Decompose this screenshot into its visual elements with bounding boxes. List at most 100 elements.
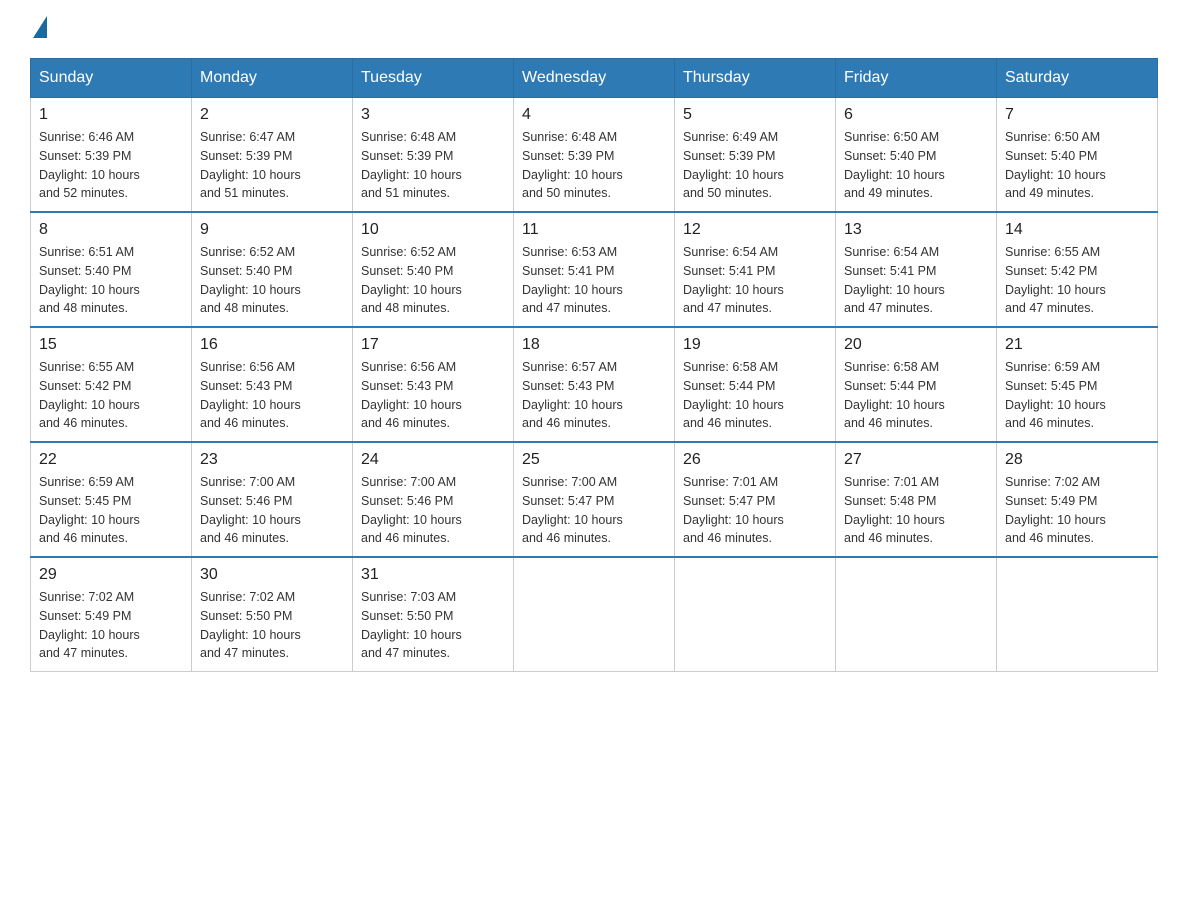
day-number: 10 [361, 221, 505, 239]
calendar-day-cell: 18 Sunrise: 6:57 AM Sunset: 5:43 PM Dayl… [514, 327, 675, 442]
day-number: 2 [200, 106, 344, 124]
calendar-week-row: 8 Sunrise: 6:51 AM Sunset: 5:40 PM Dayli… [31, 212, 1158, 327]
day-number: 21 [1005, 336, 1149, 354]
day-info: Sunrise: 6:59 AM Sunset: 5:45 PM Dayligh… [1005, 358, 1149, 433]
day-number: 26 [683, 451, 827, 469]
calendar-day-cell: 17 Sunrise: 6:56 AM Sunset: 5:43 PM Dayl… [353, 327, 514, 442]
calendar-day-cell: 1 Sunrise: 6:46 AM Sunset: 5:39 PM Dayli… [31, 98, 192, 213]
day-info: Sunrise: 6:56 AM Sunset: 5:43 PM Dayligh… [361, 358, 505, 433]
day-number: 6 [844, 106, 988, 124]
day-number: 8 [39, 221, 183, 239]
day-info: Sunrise: 6:48 AM Sunset: 5:39 PM Dayligh… [361, 128, 505, 203]
calendar-week-row: 22 Sunrise: 6:59 AM Sunset: 5:45 PM Dayl… [31, 442, 1158, 557]
calendar-day-cell: 14 Sunrise: 6:55 AM Sunset: 5:42 PM Dayl… [997, 212, 1158, 327]
calendar-day-cell: 12 Sunrise: 6:54 AM Sunset: 5:41 PM Dayl… [675, 212, 836, 327]
calendar-day-cell: 5 Sunrise: 6:49 AM Sunset: 5:39 PM Dayli… [675, 98, 836, 213]
calendar-day-cell: 9 Sunrise: 6:52 AM Sunset: 5:40 PM Dayli… [192, 212, 353, 327]
day-number: 4 [522, 106, 666, 124]
day-number: 17 [361, 336, 505, 354]
calendar-day-cell: 21 Sunrise: 6:59 AM Sunset: 5:45 PM Dayl… [997, 327, 1158, 442]
day-info: Sunrise: 6:46 AM Sunset: 5:39 PM Dayligh… [39, 128, 183, 203]
day-info: Sunrise: 6:54 AM Sunset: 5:41 PM Dayligh… [844, 243, 988, 318]
calendar-table: SundayMondayTuesdayWednesdayThursdayFrid… [30, 58, 1158, 672]
day-of-week-header: Friday [836, 59, 997, 98]
calendar-day-cell [836, 557, 997, 672]
calendar-day-cell [997, 557, 1158, 672]
day-info: Sunrise: 7:00 AM Sunset: 5:46 PM Dayligh… [361, 473, 505, 548]
logo [30, 20, 47, 38]
calendar-week-row: 15 Sunrise: 6:55 AM Sunset: 5:42 PM Dayl… [31, 327, 1158, 442]
day-info: Sunrise: 6:58 AM Sunset: 5:44 PM Dayligh… [683, 358, 827, 433]
day-info: Sunrise: 6:55 AM Sunset: 5:42 PM Dayligh… [39, 358, 183, 433]
day-number: 16 [200, 336, 344, 354]
calendar-day-cell: 29 Sunrise: 7:02 AM Sunset: 5:49 PM Dayl… [31, 557, 192, 672]
day-info: Sunrise: 7:00 AM Sunset: 5:47 PM Dayligh… [522, 473, 666, 548]
day-of-week-header: Wednesday [514, 59, 675, 98]
day-number: 15 [39, 336, 183, 354]
day-info: Sunrise: 6:48 AM Sunset: 5:39 PM Dayligh… [522, 128, 666, 203]
calendar-day-cell: 15 Sunrise: 6:55 AM Sunset: 5:42 PM Dayl… [31, 327, 192, 442]
day-info: Sunrise: 7:01 AM Sunset: 5:48 PM Dayligh… [844, 473, 988, 548]
day-number: 7 [1005, 106, 1149, 124]
day-number: 14 [1005, 221, 1149, 239]
calendar-day-cell: 27 Sunrise: 7:01 AM Sunset: 5:48 PM Dayl… [836, 442, 997, 557]
day-info: Sunrise: 6:47 AM Sunset: 5:39 PM Dayligh… [200, 128, 344, 203]
day-info: Sunrise: 6:54 AM Sunset: 5:41 PM Dayligh… [683, 243, 827, 318]
calendar-day-cell: 2 Sunrise: 6:47 AM Sunset: 5:39 PM Dayli… [192, 98, 353, 213]
day-info: Sunrise: 6:55 AM Sunset: 5:42 PM Dayligh… [1005, 243, 1149, 318]
day-number: 19 [683, 336, 827, 354]
day-number: 29 [39, 566, 183, 584]
day-number: 23 [200, 451, 344, 469]
day-of-week-header: Sunday [31, 59, 192, 98]
page-header [30, 20, 1158, 38]
calendar-day-cell: 31 Sunrise: 7:03 AM Sunset: 5:50 PM Dayl… [353, 557, 514, 672]
day-info: Sunrise: 6:56 AM Sunset: 5:43 PM Dayligh… [200, 358, 344, 433]
day-number: 1 [39, 106, 183, 124]
calendar-day-cell: 28 Sunrise: 7:02 AM Sunset: 5:49 PM Dayl… [997, 442, 1158, 557]
day-info: Sunrise: 6:52 AM Sunset: 5:40 PM Dayligh… [361, 243, 505, 318]
calendar-day-cell: 19 Sunrise: 6:58 AM Sunset: 5:44 PM Dayl… [675, 327, 836, 442]
calendar-day-cell: 7 Sunrise: 6:50 AM Sunset: 5:40 PM Dayli… [997, 98, 1158, 213]
day-number: 11 [522, 221, 666, 239]
day-info: Sunrise: 7:03 AM Sunset: 5:50 PM Dayligh… [361, 588, 505, 663]
day-number: 9 [200, 221, 344, 239]
calendar-day-cell: 30 Sunrise: 7:02 AM Sunset: 5:50 PM Dayl… [192, 557, 353, 672]
day-number: 27 [844, 451, 988, 469]
calendar-week-row: 29 Sunrise: 7:02 AM Sunset: 5:49 PM Dayl… [31, 557, 1158, 672]
day-of-week-header: Thursday [675, 59, 836, 98]
calendar-day-cell: 3 Sunrise: 6:48 AM Sunset: 5:39 PM Dayli… [353, 98, 514, 213]
day-number: 30 [200, 566, 344, 584]
day-number: 18 [522, 336, 666, 354]
day-number: 20 [844, 336, 988, 354]
calendar-day-cell: 23 Sunrise: 7:00 AM Sunset: 5:46 PM Dayl… [192, 442, 353, 557]
calendar-day-cell: 10 Sunrise: 6:52 AM Sunset: 5:40 PM Dayl… [353, 212, 514, 327]
day-info: Sunrise: 6:53 AM Sunset: 5:41 PM Dayligh… [522, 243, 666, 318]
day-info: Sunrise: 6:59 AM Sunset: 5:45 PM Dayligh… [39, 473, 183, 548]
day-number: 24 [361, 451, 505, 469]
day-info: Sunrise: 6:51 AM Sunset: 5:40 PM Dayligh… [39, 243, 183, 318]
day-info: Sunrise: 7:01 AM Sunset: 5:47 PM Dayligh… [683, 473, 827, 548]
calendar-day-cell: 8 Sunrise: 6:51 AM Sunset: 5:40 PM Dayli… [31, 212, 192, 327]
day-info: Sunrise: 7:00 AM Sunset: 5:46 PM Dayligh… [200, 473, 344, 548]
day-number: 12 [683, 221, 827, 239]
calendar-day-cell [514, 557, 675, 672]
day-number: 13 [844, 221, 988, 239]
day-number: 5 [683, 106, 827, 124]
day-info: Sunrise: 6:49 AM Sunset: 5:39 PM Dayligh… [683, 128, 827, 203]
day-info: Sunrise: 6:57 AM Sunset: 5:43 PM Dayligh… [522, 358, 666, 433]
day-info: Sunrise: 6:58 AM Sunset: 5:44 PM Dayligh… [844, 358, 988, 433]
day-number: 28 [1005, 451, 1149, 469]
calendar-day-cell: 13 Sunrise: 6:54 AM Sunset: 5:41 PM Dayl… [836, 212, 997, 327]
calendar-day-cell: 25 Sunrise: 7:00 AM Sunset: 5:47 PM Dayl… [514, 442, 675, 557]
day-number: 3 [361, 106, 505, 124]
day-info: Sunrise: 6:52 AM Sunset: 5:40 PM Dayligh… [200, 243, 344, 318]
day-number: 31 [361, 566, 505, 584]
day-number: 22 [39, 451, 183, 469]
day-info: Sunrise: 7:02 AM Sunset: 5:49 PM Dayligh… [1005, 473, 1149, 548]
day-info: Sunrise: 6:50 AM Sunset: 5:40 PM Dayligh… [1005, 128, 1149, 203]
day-of-week-header: Monday [192, 59, 353, 98]
calendar-day-cell: 16 Sunrise: 6:56 AM Sunset: 5:43 PM Dayl… [192, 327, 353, 442]
calendar-day-cell: 20 Sunrise: 6:58 AM Sunset: 5:44 PM Dayl… [836, 327, 997, 442]
calendar-day-cell: 22 Sunrise: 6:59 AM Sunset: 5:45 PM Dayl… [31, 442, 192, 557]
calendar-day-cell: 26 Sunrise: 7:01 AM Sunset: 5:47 PM Dayl… [675, 442, 836, 557]
